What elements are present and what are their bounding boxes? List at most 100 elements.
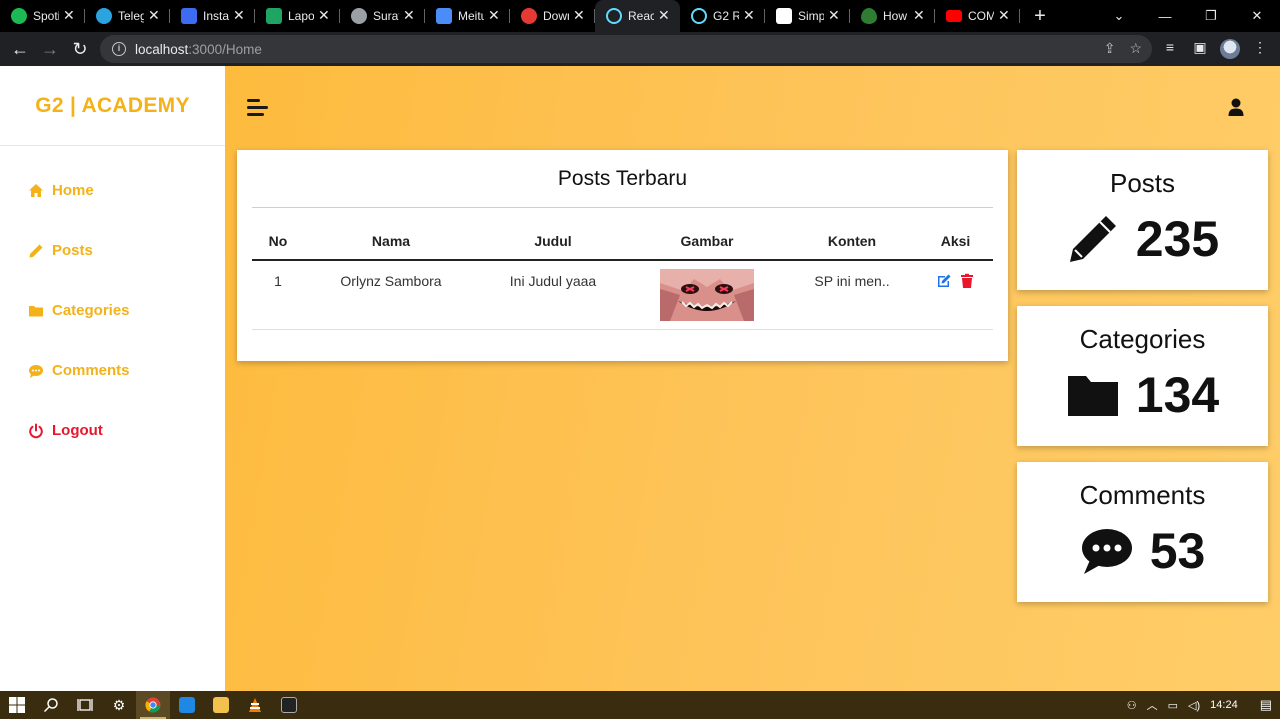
column-header-konten: Konten bbox=[786, 226, 918, 261]
column-header-aksi: Aksi bbox=[918, 226, 993, 261]
close-tab-icon[interactable]: ✕ bbox=[828, 7, 840, 24]
people-icon[interactable]: ⚇ bbox=[1127, 699, 1137, 712]
youtube-icon bbox=[946, 10, 962, 22]
close-tab-icon[interactable]: ✕ bbox=[148, 7, 160, 24]
browser-tab[interactable]: Simple✕ bbox=[765, 0, 850, 32]
mega-icon bbox=[521, 8, 537, 24]
system-tray: ⚇ ︿ ▭ ◁) 14:24 ▤ bbox=[1127, 691, 1280, 719]
tab-search-icon[interactable]: ⌄ bbox=[1096, 8, 1142, 24]
close-tab-icon[interactable]: ✕ bbox=[573, 7, 585, 24]
pencil-icon bbox=[1069, 216, 1116, 262]
sidebar-item-logout[interactable]: Logout bbox=[28, 422, 103, 439]
browser-tab[interactable]: Spotify✕ bbox=[0, 0, 85, 32]
new-tab-button[interactable]: + bbox=[1028, 5, 1052, 28]
bookmark-star-icon[interactable]: ☆ bbox=[1129, 40, 1142, 57]
share-icon[interactable]: ⇪ bbox=[1104, 40, 1116, 57]
window-controls: ⌄ — ❐ ✕ bbox=[1096, 0, 1280, 32]
divider bbox=[252, 207, 993, 208]
post-thumbnail bbox=[660, 269, 754, 321]
reading-list-icon[interactable]: ≡ bbox=[1160, 39, 1180, 59]
browser-tab[interactable]: Surat ✕ bbox=[340, 0, 425, 32]
column-header-nama: Nama bbox=[304, 226, 478, 261]
folder-icon bbox=[1067, 376, 1118, 416]
url-path: :3000/Home bbox=[188, 41, 262, 57]
volume-icon[interactable]: ◁) bbox=[1188, 699, 1200, 712]
network-icon[interactable]: ▭ bbox=[1168, 699, 1178, 712]
chrome-icon[interactable] bbox=[136, 691, 170, 719]
browser-tab[interactable]: G2 React✕ bbox=[680, 0, 765, 32]
windows-start-icon[interactable] bbox=[0, 691, 34, 719]
comments-stat-card[interactable]: Comments 53 bbox=[1017, 462, 1268, 602]
pencil-icon bbox=[29, 244, 43, 257]
restore-icon[interactable]: ❐ bbox=[1188, 8, 1234, 24]
close-tab-icon[interactable]: ✕ bbox=[63, 7, 75, 24]
address-bar[interactable]: i localhost:3000/Home ⇪ ☆ bbox=[100, 35, 1152, 63]
brand-logo[interactable]: G2 | ACADEMY bbox=[0, 66, 225, 146]
search-icon[interactable] bbox=[34, 691, 68, 719]
folder-icon bbox=[29, 305, 43, 316]
reload-icon[interactable]: ↻ bbox=[65, 39, 95, 60]
react-icon bbox=[691, 8, 707, 24]
forward-icon[interactable]: → bbox=[35, 39, 65, 60]
vlc-icon[interactable] bbox=[238, 691, 272, 719]
cell-no: 1 bbox=[252, 260, 304, 330]
comment-icon bbox=[29, 364, 43, 378]
close-tab-icon[interactable]: ✕ bbox=[913, 7, 925, 24]
vscode-icon[interactable] bbox=[170, 691, 204, 719]
browser-tab[interactable]: Telegram✕ bbox=[85, 0, 170, 32]
sidebar-item-comments[interactable]: Comments bbox=[28, 362, 130, 379]
power-icon bbox=[29, 423, 43, 438]
close-tab-icon[interactable]: ✕ bbox=[658, 7, 670, 24]
browser-tab[interactable]: Meitu✕ bbox=[425, 0, 510, 32]
close-window-icon[interactable]: ✕ bbox=[1234, 8, 1280, 24]
windows-taskbar: ⚙ ⚇ ︿ ▭ ◁) 14:24 ▤ bbox=[0, 691, 1280, 719]
close-tab-icon[interactable]: ✕ bbox=[403, 7, 415, 24]
categories-stat-card[interactable]: Categories 134 bbox=[1017, 306, 1268, 446]
more-menu-icon[interactable]: ⋮ bbox=[1250, 39, 1270, 59]
chevron-up-icon[interactable]: ︿ bbox=[1147, 697, 1158, 713]
browser-tab-strip: Spotify✕ Telegram✕ Instagram✕ Laporan✕ S… bbox=[0, 0, 1280, 32]
browser-tab[interactable]: COM ✕ bbox=[935, 0, 1020, 32]
cell-konten: SP ini men.. bbox=[786, 260, 918, 330]
sidebar-item-label: Comments bbox=[52, 362, 130, 379]
stat-title: Comments bbox=[1079, 480, 1206, 510]
side-panel-icon[interactable]: ▣ bbox=[1190, 39, 1210, 59]
browser-tab[interactable]: Instagram✕ bbox=[170, 0, 255, 32]
minimize-icon[interactable]: — bbox=[1142, 9, 1188, 24]
user-icon[interactable] bbox=[1227, 97, 1245, 117]
sidebar-item-home[interactable]: Home bbox=[28, 182, 94, 199]
edit-icon[interactable] bbox=[936, 273, 952, 289]
stat-value: 53 bbox=[1149, 523, 1206, 579]
notification-icon[interactable]: ▤ bbox=[1260, 697, 1272, 713]
sidebar-item-label: Home bbox=[52, 182, 94, 199]
gear-icon bbox=[351, 8, 367, 24]
close-tab-icon[interactable]: ✕ bbox=[233, 7, 245, 24]
table-header-row: No Nama Judul Gambar Konten Aksi bbox=[252, 226, 993, 261]
menu-toggle-icon[interactable] bbox=[247, 98, 269, 118]
close-tab-icon[interactable]: ✕ bbox=[743, 7, 755, 24]
profile-avatar[interactable] bbox=[1220, 39, 1240, 59]
settings-gear-icon[interactable]: ⚙ bbox=[102, 691, 136, 719]
cell-aksi bbox=[918, 260, 993, 330]
back-icon[interactable]: ← bbox=[5, 39, 35, 60]
file-explorer-icon[interactable] bbox=[204, 691, 238, 719]
posts-stat-card[interactable]: Posts 235 bbox=[1017, 150, 1268, 290]
info-icon[interactable]: i bbox=[112, 42, 126, 56]
sidebar-item-posts[interactable]: Posts bbox=[28, 242, 93, 259]
delete-icon[interactable] bbox=[959, 273, 975, 289]
browser-tab[interactable]: Download✕ bbox=[510, 0, 595, 32]
browser-tab[interactable]: How ✕ bbox=[850, 0, 935, 32]
sidebar-item-categories[interactable]: Categories bbox=[28, 302, 130, 319]
close-tab-icon[interactable]: ✕ bbox=[998, 7, 1010, 24]
terminal-icon[interactable] bbox=[272, 691, 306, 719]
close-tab-icon[interactable]: ✕ bbox=[318, 7, 330, 24]
sheets-icon bbox=[266, 8, 282, 24]
column-header-gambar: Gambar bbox=[628, 226, 786, 261]
url-host: localhost bbox=[135, 41, 189, 57]
site-icon bbox=[776, 8, 792, 24]
close-tab-icon[interactable]: ✕ bbox=[488, 7, 500, 24]
clock[interactable]: 14:24 bbox=[1210, 699, 1238, 711]
browser-tab[interactable]: Laporan✕ bbox=[255, 0, 340, 32]
browser-tab-active[interactable]: React App✕ bbox=[595, 0, 680, 32]
task-view-icon[interactable] bbox=[68, 691, 102, 719]
